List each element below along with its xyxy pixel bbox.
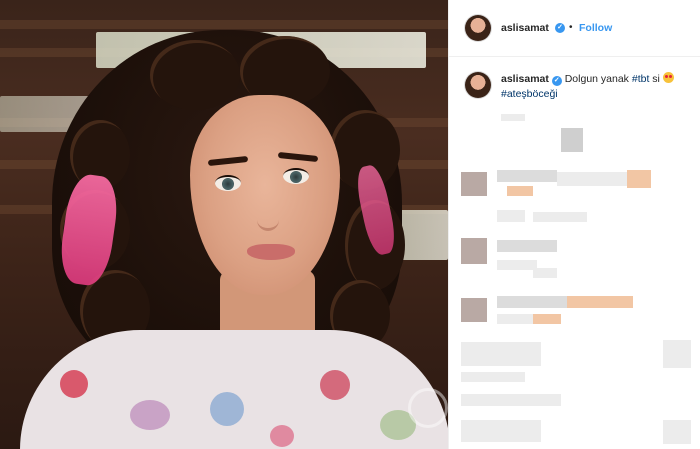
star-struck-emoji-icon: [662, 72, 674, 83]
verified-badge-icon: ✓: [551, 76, 562, 86]
username-link[interactable]: aslisamat: [501, 22, 549, 34]
hashtag-link[interactable]: #tbt: [632, 73, 650, 85]
nose: [257, 196, 279, 231]
verified-badge-icon: ✓: [555, 23, 565, 33]
separator-dot: •: [569, 22, 573, 33]
caption: aslisamat ✓ Dolgun yanak #tbt si #ateşbö…: [501, 72, 686, 102]
flower-pattern: [210, 392, 244, 426]
follow-button[interactable]: Follow: [579, 22, 612, 34]
flower-pattern: [60, 370, 88, 398]
flower-pattern: [130, 400, 170, 430]
watermark-logo: [408, 388, 448, 428]
floral-blouse: [20, 330, 448, 449]
post-sidebar: aslisamat ✓ • Follow aslisamat ✓ Dolgun …: [448, 0, 700, 449]
lips: [247, 244, 295, 260]
hashtag-link[interactable]: #ateşböceği: [501, 88, 558, 100]
hair-curl: [150, 40, 240, 110]
caption-text: Dolgun yanak: [564, 73, 629, 85]
avatar[interactable]: [465, 15, 491, 41]
flower-pattern: [320, 370, 350, 400]
comment-avatar: [461, 238, 487, 264]
right-eye: [283, 168, 309, 184]
caption-username[interactable]: aslisamat: [501, 73, 549, 85]
left-eye: [215, 175, 241, 191]
comment-avatar: [461, 172, 487, 196]
caption-avatar[interactable]: [465, 72, 491, 98]
comment-avatar: [461, 298, 487, 322]
flower-pattern: [270, 425, 294, 447]
post-photo[interactable]: [0, 0, 448, 449]
background-blind: [0, 20, 448, 29]
caption-suffix: si: [652, 73, 660, 85]
post-header: aslisamat ✓ • Follow: [449, 0, 700, 57]
